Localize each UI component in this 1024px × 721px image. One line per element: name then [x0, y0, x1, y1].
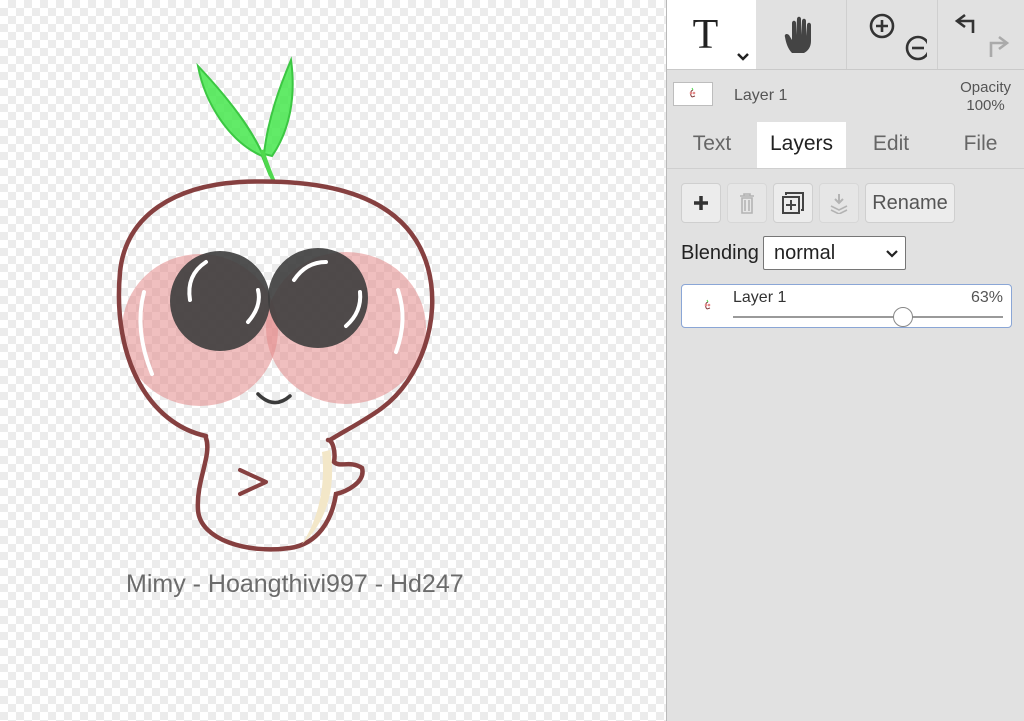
layer-item-opacity: 63% — [970, 289, 1003, 306]
history-tools — [938, 0, 1024, 69]
right-leaf — [262, 56, 294, 158]
tab-file[interactable]: File — [936, 122, 1024, 168]
body-shade — [302, 450, 333, 544]
zoom-out-icon[interactable] — [905, 35, 927, 60]
rename-layer-button[interactable]: Rename — [865, 183, 955, 223]
plus-icon — [694, 196, 708, 210]
undo-icon[interactable] — [954, 13, 974, 33]
opacity-slider-track[interactable] — [733, 316, 1003, 318]
blending-value: normal — [774, 242, 836, 264]
trash-icon — [740, 193, 754, 214]
layer-thumbnail — [673, 82, 713, 106]
tab-layers[interactable]: Layers — [757, 122, 846, 168]
blending-select[interactable]: normal — [763, 236, 906, 270]
current-layer-bar: Layer 1 Opacity 100% — [667, 70, 1024, 122]
zoom-in-icon[interactable] — [869, 13, 895, 38]
body-outline — [195, 435, 365, 552]
redo-icon[interactable] — [989, 35, 1009, 57]
opacity-slider-thumb[interactable] — [893, 307, 914, 327]
current-layer-name: Layer 1 — [734, 87, 788, 104]
layer-list-item[interactable]: Layer 1 63% — [681, 284, 1012, 328]
text-tool-icon: T — [692, 11, 719, 58]
side-panel: T Layer 1 Opacity 100% Text Layers Edit … — [666, 0, 1024, 721]
left-leaf — [196, 62, 271, 177]
panel-tabs: Text Layers Edit File — [667, 122, 1024, 169]
chevron-down-icon — [737, 53, 749, 61]
tab-edit[interactable]: Edit — [846, 122, 936, 168]
opacity-label: Opacity — [960, 79, 1011, 96]
toolbar: T — [667, 0, 1024, 70]
add-layer-button[interactable] — [681, 183, 721, 223]
opacity-readout: Opacity 100% — [960, 79, 1011, 115]
artwork-caption: Mimy - Hoangthivi997 - Hd247 — [126, 570, 464, 598]
hand-tool-button[interactable] — [756, 0, 846, 69]
tab-text[interactable]: Text — [667, 122, 757, 168]
merge-down-button[interactable] — [819, 183, 859, 223]
layer-item-thumbnail — [692, 294, 724, 318]
opacity-value: 100% — [966, 97, 1005, 114]
duplicate-layer-button[interactable] — [773, 183, 813, 223]
layer-item-name: Layer 1 — [733, 289, 787, 306]
blending-label: Blending — [681, 242, 759, 264]
mouth — [256, 392, 292, 405]
delete-layer-button[interactable] — [727, 183, 767, 223]
arm — [238, 468, 268, 496]
drawing-canvas[interactable]: Mimy - Hoangthivi997 - Hd247 — [0, 0, 666, 721]
text-tool-button[interactable]: T — [667, 0, 756, 69]
chevron-down-icon — [886, 250, 898, 258]
rename-label: Rename — [872, 191, 948, 214]
left-eye — [170, 251, 270, 351]
zoom-tools — [847, 0, 937, 69]
duplicate-icon — [782, 192, 804, 214]
artwork — [116, 56, 435, 552]
hand-icon — [784, 16, 811, 53]
merge-down-icon — [830, 194, 848, 214]
